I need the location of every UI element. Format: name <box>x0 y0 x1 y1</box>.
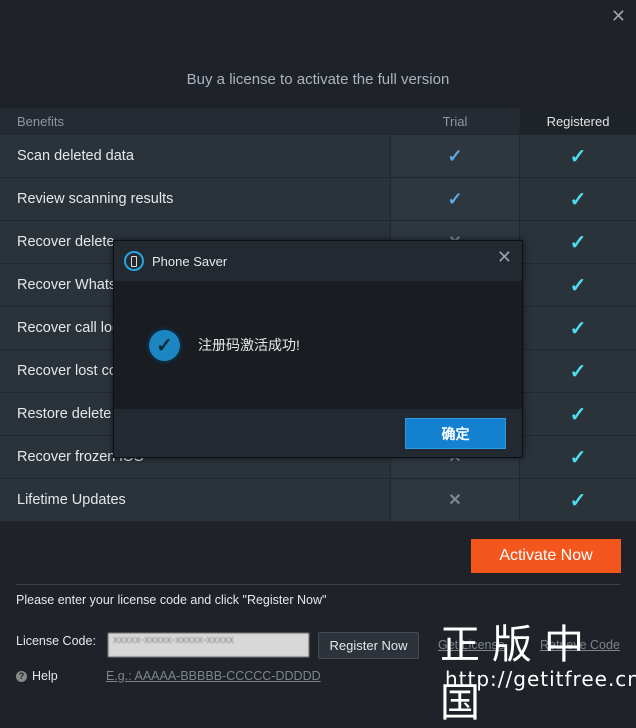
trial-cell: ✓ <box>390 178 519 220</box>
check-icon: ✓ <box>569 188 587 211</box>
table-row: Review scanning results ✓ ✓ <box>0 178 636 221</box>
phone-saver-icon <box>124 251 144 271</box>
success-check-icon: ✓ <box>149 329 180 361</box>
trial-cell: ✕ <box>390 479 519 521</box>
table-row: Scan deleted data ✓ ✓ <box>0 135 636 178</box>
dialog-title: Phone Saver <box>152 253 228 269</box>
benefit-label: Lifetime Updates <box>17 492 126 508</box>
help-link[interactable]: ? Help <box>16 669 58 683</box>
check-icon: ✓ <box>569 317 587 340</box>
success-dialog: Phone Saver ✕ ✓ 注册码激活成功! 确定 <box>113 240 523 458</box>
registered-cell: ✓ <box>519 264 636 306</box>
trial-cell: ✓ <box>390 135 519 177</box>
check-icon: ✓ <box>569 446 587 469</box>
check-icon: ✓ <box>569 274 587 297</box>
table-header: Benefits Trial Registered <box>0 108 636 135</box>
help-label: Help <box>32 669 58 683</box>
dialog-titlebar: Phone Saver <box>114 241 522 281</box>
table-row: Lifetime Updates ✕ ✓ <box>0 479 636 522</box>
cross-icon: ✕ <box>448 492 462 509</box>
help-icon: ? <box>16 670 27 682</box>
registered-cell: ✓ <box>519 479 636 521</box>
registered-cell: ✓ <box>519 221 636 263</box>
instruction-text: Please enter your license code and click… <box>16 593 327 607</box>
example-link[interactable]: E.g.: AAAAA-BBBBB-CCCCC-DDDDD <box>106 669 321 683</box>
check-icon: ✓ <box>569 145 587 168</box>
license-code-label: License Code: <box>16 634 96 648</box>
license-code-input[interactable]: xxxxx-xxxxx-xxxxx-xxxxx <box>108 633 309 657</box>
check-icon: ✓ <box>569 231 587 254</box>
check-icon: ✓ <box>447 188 463 209</box>
divider <box>16 584 620 585</box>
ok-button[interactable]: 确定 <box>405 418 506 449</box>
watermark-url: http://getitfree.cn <box>445 667 636 691</box>
benefit-label: Review scanning results <box>17 191 174 207</box>
close-icon[interactable]: ✕ <box>611 6 626 27</box>
registered-cell: ✓ <box>519 350 636 392</box>
benefit-label: Scan deleted data <box>17 148 134 164</box>
registered-cell: ✓ <box>519 178 636 220</box>
check-icon: ✓ <box>569 360 587 383</box>
registered-cell: ✓ <box>519 436 636 478</box>
dialog-message: 注册码激活成功! <box>198 337 300 353</box>
header-registered: Registered <box>519 108 636 134</box>
check-icon: ✓ <box>569 403 587 426</box>
activate-now-button[interactable]: Activate Now <box>471 539 621 573</box>
registered-cell: ✓ <box>519 393 636 435</box>
check-icon: ✓ <box>569 489 587 512</box>
registered-cell: ✓ <box>519 135 636 177</box>
dialog-body: ✓ 注册码激活成功! <box>114 281 522 409</box>
dialog-close-icon[interactable]: ✕ <box>497 247 512 268</box>
check-icon: ✓ <box>447 145 463 166</box>
header-benefits: Benefits <box>17 113 64 129</box>
header-trial: Trial <box>390 108 519 134</box>
register-now-button[interactable]: Register Now <box>318 632 419 659</box>
headline: Buy a license to activate the full versi… <box>186 71 450 88</box>
registered-cell: ✓ <box>519 307 636 349</box>
